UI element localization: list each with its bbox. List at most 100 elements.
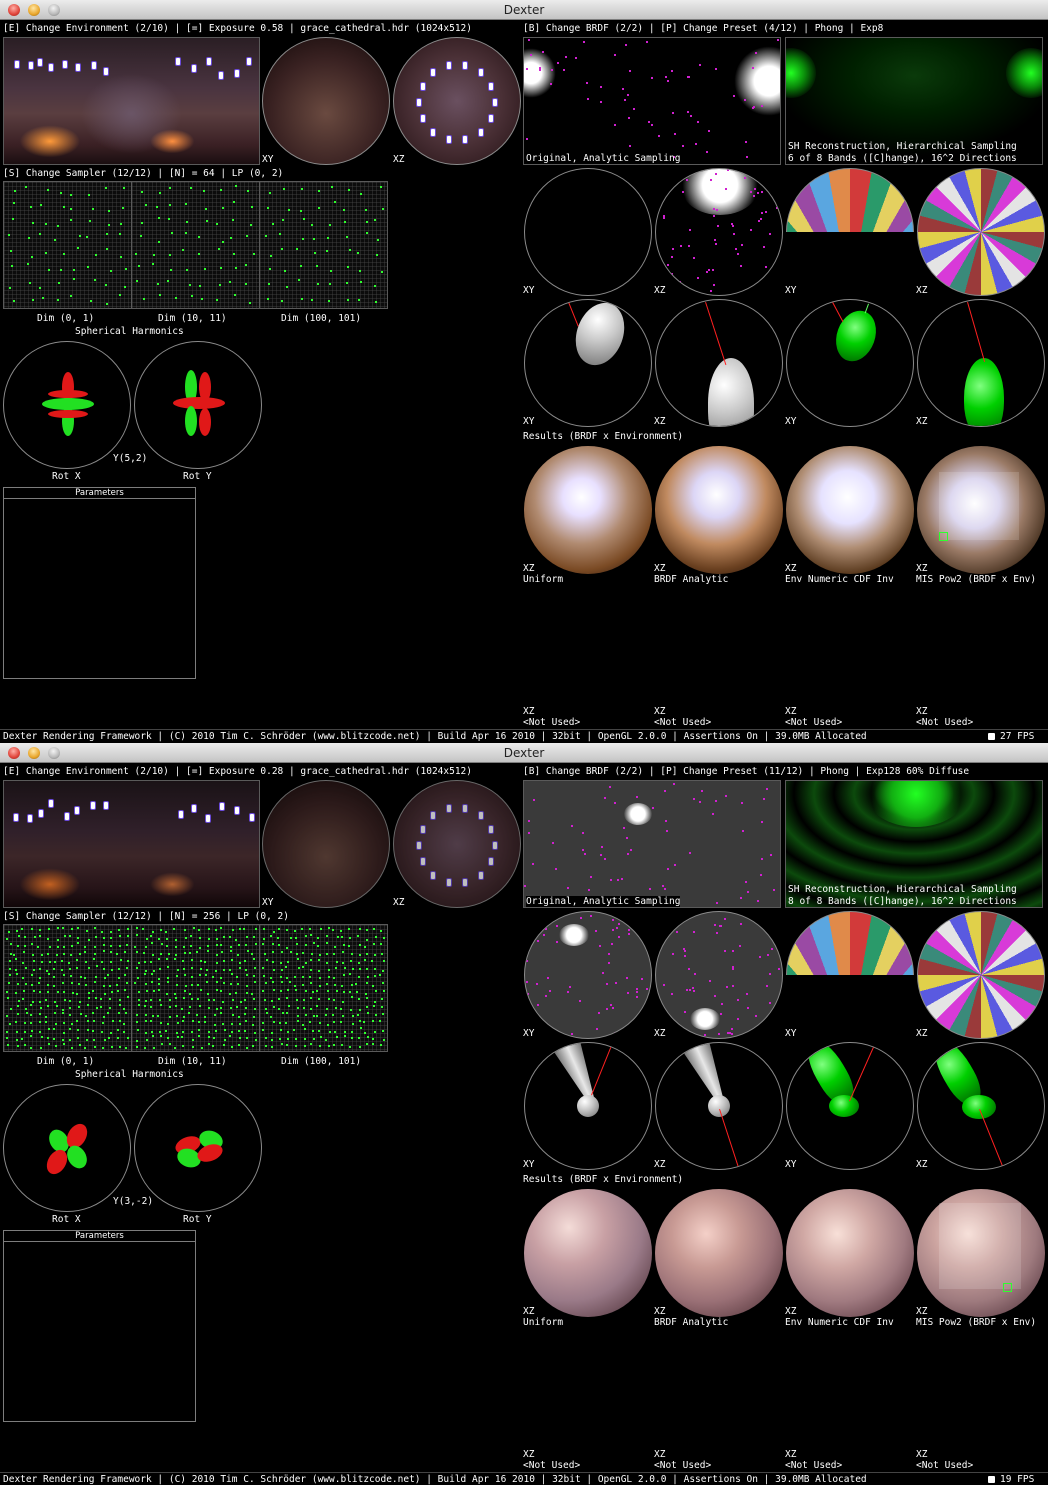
sample-point xyxy=(285,1012,288,1015)
sample-point xyxy=(206,944,209,947)
sample-point xyxy=(222,959,225,962)
sample-point xyxy=(215,222,218,225)
brdf-sample xyxy=(557,62,559,64)
sample-point xyxy=(303,998,306,1001)
sample-point xyxy=(219,944,222,947)
sample-point xyxy=(30,1030,33,1032)
sample-point xyxy=(110,931,112,933)
sample-point xyxy=(244,943,247,946)
sample-point xyxy=(373,1000,376,1003)
sample-point xyxy=(309,934,312,937)
sample-point xyxy=(70,219,73,222)
sample-point xyxy=(231,1013,234,1016)
sample-point xyxy=(230,973,233,976)
brdf-sample xyxy=(682,191,684,193)
sample-point xyxy=(333,976,336,979)
brdf-sample xyxy=(528,39,530,41)
sample-point xyxy=(123,1008,126,1011)
sample-point xyxy=(157,1014,160,1017)
sample-point xyxy=(268,283,271,286)
sample-point xyxy=(8,1023,11,1026)
sample-point xyxy=(176,1035,179,1038)
sample-point xyxy=(217,247,220,250)
sample-point xyxy=(351,1014,354,1017)
sample-point xyxy=(185,202,188,205)
sample-point xyxy=(17,1004,20,1007)
sample-point xyxy=(327,1045,330,1048)
sample-point xyxy=(119,232,122,235)
sample-point xyxy=(157,989,160,992)
sample-point xyxy=(320,928,323,931)
brdf-sample xyxy=(715,243,717,245)
sample-point xyxy=(263,938,266,940)
brdf-sample xyxy=(753,195,755,197)
brdf-sample xyxy=(648,1011,650,1013)
brdf-lobe-xz xyxy=(655,299,783,427)
parameters-panel[interactable]: Parameters xyxy=(3,1230,196,1422)
sample-point xyxy=(123,187,126,190)
brdf-sample xyxy=(688,245,690,247)
sample-point xyxy=(189,1006,192,1008)
brdf-sample xyxy=(719,925,721,927)
sample-point xyxy=(111,991,114,994)
sample-point xyxy=(340,930,343,932)
brdf-sample xyxy=(596,1028,598,1030)
sample-point xyxy=(159,1004,162,1007)
sample-point xyxy=(244,1013,247,1016)
mis-marker xyxy=(1003,1283,1012,1292)
sample-point xyxy=(168,253,171,256)
sample-point xyxy=(124,951,127,953)
sample-point xyxy=(16,973,19,976)
status-text: Dexter Rendering Framework | (C) 2010 Ti… xyxy=(3,731,867,742)
sample-point xyxy=(71,991,74,994)
sample-point xyxy=(270,1045,273,1048)
sample-point xyxy=(262,974,265,977)
sh-direction-grid-xz xyxy=(917,911,1045,1039)
sample-point xyxy=(88,997,91,1000)
sample-point xyxy=(53,976,56,978)
result-name-3: MIS Pow2 (BRDF x Env) xyxy=(916,574,1037,585)
brdf-sample xyxy=(636,988,638,990)
brdf-sample xyxy=(571,1033,573,1035)
sample-point xyxy=(196,950,199,953)
sample-point xyxy=(380,930,382,933)
brdf-sample xyxy=(766,985,768,987)
sample-point xyxy=(380,1043,383,1046)
brdf-sample xyxy=(761,105,763,107)
sample-point xyxy=(103,950,106,953)
title-bar[interactable]: Dexter xyxy=(0,743,1048,763)
brdf-sample xyxy=(767,954,769,956)
brdf-sample xyxy=(741,802,743,804)
dim-label-2: Dim (100, 101) xyxy=(281,1056,362,1067)
sample-point xyxy=(219,989,222,992)
sample-point xyxy=(118,998,121,1001)
sample-point xyxy=(15,1031,18,1033)
title-bar[interactable]: Dexter xyxy=(0,0,1048,20)
sample-point xyxy=(71,945,74,948)
brdf-original-panel: Original, Analytic Sampling xyxy=(523,780,781,908)
sample-point xyxy=(215,980,218,983)
sample-point xyxy=(101,931,103,934)
brdf-sample xyxy=(740,897,742,899)
row3-label-1: XZ xyxy=(654,416,666,427)
sample-point xyxy=(24,1008,27,1011)
sample-point xyxy=(94,253,97,256)
brdf-sample xyxy=(674,864,676,866)
sample-point xyxy=(311,953,314,956)
sample-point xyxy=(252,958,255,961)
brdf-sample xyxy=(769,973,771,975)
sample-point xyxy=(53,968,56,971)
parameters-panel[interactable]: Parameters xyxy=(3,487,196,679)
sample-point xyxy=(150,999,152,1002)
sample-point xyxy=(235,185,238,188)
brdf-sample xyxy=(579,1000,581,1002)
sample-point xyxy=(143,973,146,976)
brdf-sample xyxy=(732,985,734,987)
light-window xyxy=(462,135,468,144)
sample-point xyxy=(8,286,11,289)
sample-point xyxy=(24,1044,27,1046)
sample-point xyxy=(285,946,288,949)
row3-label-0: XY xyxy=(523,416,535,427)
sample-point xyxy=(169,1043,171,1046)
sh-direction-grid-xz xyxy=(917,168,1045,296)
